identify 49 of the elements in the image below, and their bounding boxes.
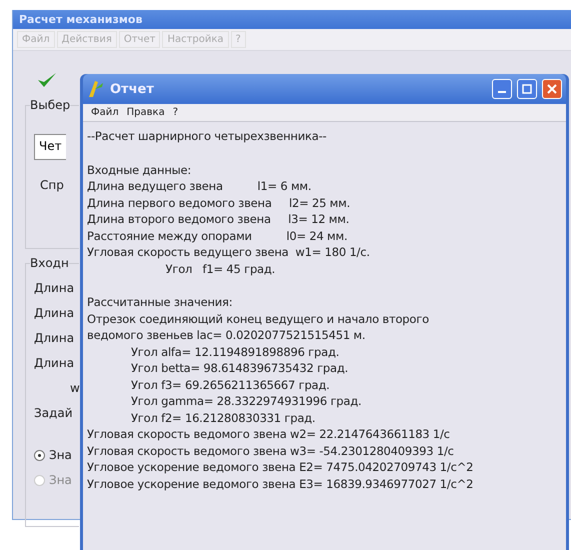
window-title: Расчет механизмов [13, 10, 571, 29]
menu-item[interactable]: Правка [126, 107, 165, 118]
menu-item[interactable]: Файл [91, 107, 119, 118]
report-line: Угол gamma= 28.3322974931996 град. [130, 393, 362, 410]
report-line: Угол f1= 45 град. [164, 260, 276, 277]
prompt-label: Задай [34, 406, 74, 420]
window-title: Отчет [110, 82, 155, 96]
minimize-button[interactable] [492, 79, 512, 99]
report-line: Рассчитанные значения: [87, 294, 232, 310]
report-line: Длина второго ведомого звена l3= 12 мм. [87, 211, 350, 228]
menu-item[interactable]: Отчет [118, 31, 160, 48]
field-label: Спр [39, 178, 65, 192]
maximize-button[interactable] [517, 79, 537, 99]
field-label: Длина [34, 331, 76, 345]
radio-option[interactable]: Зна [34, 448, 72, 462]
close-button[interactable] [542, 79, 562, 99]
report-line: Угловая скорость ведомого звена w3= -54.2301280409393 1/с [87, 442, 454, 459]
report-line: ведомого звеньев lac= 0.0202077521515451 м. [87, 327, 366, 344]
report-line: Угловое ускорение ведомого звена E2= 7475.04202709743 1/с^2 [87, 459, 474, 476]
report-line: Входные данные: [87, 162, 192, 178]
report-line: Длина первого ведомого звена l2= 25 мм. [87, 194, 350, 211]
app-icon [87, 79, 105, 99]
report-line: Угол f2= 16.21280830331 град. [130, 410, 316, 426]
report-line: Расстояние между опорами l0= 24 мм. [87, 228, 348, 244]
check-icon[interactable] [37, 71, 57, 89]
menu-item[interactable]: Настройка [162, 31, 229, 48]
report-line: --Расчет шарнирного четырехзвенника-- [87, 128, 326, 144]
field-label: Длина [34, 281, 76, 295]
report-line: Отрезок соединяющий конец ведущего и начало второго [87, 310, 429, 327]
minimize-icon [498, 91, 506, 93]
field-label: Длина [34, 356, 76, 370]
maximize-icon [522, 84, 532, 94]
report-line: Угол alfa= 12.1194891898896 град. [130, 344, 340, 360]
menu-item[interactable]: Файл [17, 31, 55, 48]
menu-item[interactable]: ? [172, 107, 178, 118]
report-line: Угловая скорость ведомого звена w2= 22.2147643661183 1/с [87, 426, 450, 442]
report-line: Угол betta= 98.6148396735432 град. [130, 360, 348, 376]
combo-box[interactable]: Чет [34, 134, 66, 160]
field-label: Длина [34, 306, 76, 320]
report-line: Угол f3= 69.2656211365667 град. [130, 376, 330, 393]
menu-item[interactable]: ? [230, 31, 246, 48]
field-label: w [69, 381, 79, 395]
group-title: Выбер [30, 98, 70, 112]
close-icon [547, 84, 557, 94]
group-title: Входн [30, 256, 69, 270]
menu-item[interactable]: Действия [56, 31, 117, 48]
report-line: Угловое ускорение ведомого звена E3= 16839.9346977027 1/с^2 [87, 476, 474, 492]
report-line: Угловая скорость ведущего звена w1= 180 1/с. [87, 244, 370, 260]
report-line: Длина ведущего звена l1= 6 мм. [87, 178, 312, 194]
